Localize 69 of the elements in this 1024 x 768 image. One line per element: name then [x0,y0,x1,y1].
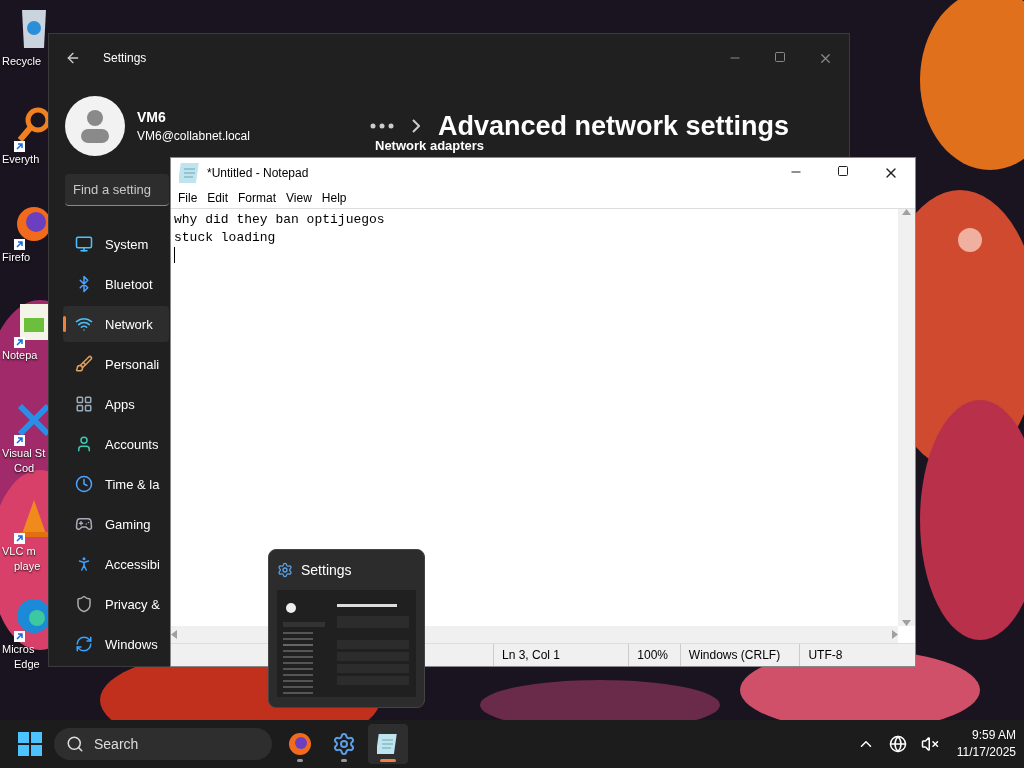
clock-date[interactable]: 11/17/2025 [956,744,1016,761]
status-text: UTF-8 [799,644,915,666]
search-field[interactable]: Search [54,728,272,760]
menu-item[interactable]: Edit [202,191,234,205]
nav-item[interactable]: Windows [63,626,169,662]
settings-icon [277,562,293,578]
more-icon[interactable] [369,123,394,129]
status-text: 100% [628,644,680,666]
taskbar-app[interactable] [368,724,408,764]
desktop-icon-label[interactable]: playe [0,559,41,574]
gamepad-icon [75,515,93,533]
clock-icon [75,475,93,493]
user-name: VM6 [137,109,167,125]
section-heading: Network adapters [375,138,485,153]
text-line: why did they ban optijuegos [174,211,386,229]
shield-icon [75,595,93,613]
window-preview[interactable]: Settings [268,549,425,708]
refresh-icon [75,635,93,653]
chevron-right-icon [411,119,420,133]
nav-item[interactable]: System [63,226,169,262]
nav-item[interactable]: Gaming [63,506,169,542]
menu-item[interactable]: File [173,191,203,205]
nav-item[interactable]: Bluetoot [63,266,169,302]
search-field[interactable]: Find a setting [65,174,169,206]
status-text: Ln 3, Col 1 [493,644,629,666]
settings-icon [332,732,356,756]
user-email: VM6@collabnet.local [137,129,250,143]
notepad-icon [377,732,399,756]
avatar-icon [65,96,125,156]
nav-item[interactable]: Accounts [63,426,169,462]
wifi-icon [75,315,93,333]
nav-item[interactable]: Network [63,306,169,342]
window-title: Settings [103,51,147,65]
desktop-icon-label[interactable]: Edge [0,657,40,672]
back-icon[interactable] [65,50,81,66]
text-line: stuck loading [174,229,277,247]
menu-item[interactable]: Format [233,191,282,205]
status-text: Windows (CRLF) [679,644,800,666]
nav-item[interactable]: Apps [63,386,169,422]
desktop-icon-label[interactable]: Micros [0,642,35,657]
brush-icon [75,355,93,373]
clock-time[interactable]: 9:59 AM [971,727,1016,744]
text-cursor [174,247,175,263]
start-icon[interactable] [18,732,42,756]
maximize-icon[interactable] [837,165,849,177]
menu-item[interactable]: View [281,191,317,205]
desktop-icon-label[interactable]: Visual St [0,446,46,461]
search-icon [66,735,84,753]
notepad-icon [179,161,201,185]
person-icon [75,435,93,453]
page-title: Advanced network settings [437,110,789,141]
desktop-icon-label[interactable]: Firefo [0,250,31,265]
desktop-icon-label[interactable]: Notepa [0,348,38,363]
monitor-icon [75,235,93,253]
firefox-icon [288,732,312,756]
window-title: *Untitled - Notepad [207,166,309,180]
nav-item[interactable]: Privacy & [63,586,169,622]
nav-item[interactable]: Personali [63,346,169,382]
apps-icon [75,395,93,413]
desktop-icon-label[interactable]: Everyth [0,152,40,167]
menu-item[interactable]: Help [316,191,352,205]
globe-icon[interactable] [888,735,907,753]
nav-item[interactable]: Accessibi [63,546,169,582]
preview-title: Settings [301,562,352,578]
desktop-icon-label[interactable]: Cod [0,461,35,476]
desktop-icon-label[interactable]: VLC m [0,544,36,559]
muted-speaker-icon[interactable] [920,735,939,753]
nav-item[interactable]: Time & la [63,466,169,502]
desktop-icon-label[interactable]: Recycle [0,54,42,69]
